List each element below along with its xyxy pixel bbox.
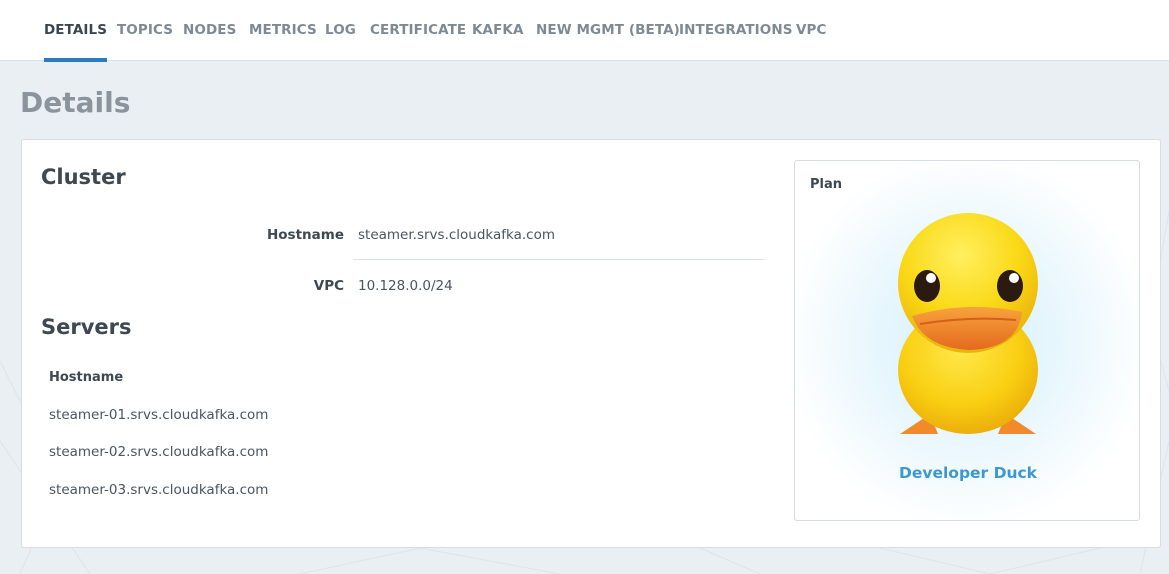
field-divider [353,259,765,260]
tab-vpc[interactable]: VPC [796,0,827,61]
tab-new-mgmt-beta[interactable]: NEW MGMT (BETA) [536,0,680,61]
server-row: steamer-03.srvs.cloudkafka.com [49,482,269,498]
servers-column-header: Hostname [49,370,124,385]
hostname-label: Hostname [266,227,344,243]
tab-integrations[interactable]: INTEGRATIONS [679,0,793,61]
server-row: steamer-02.srvs.cloudkafka.com [49,444,269,460]
server-row: steamer-01.srvs.cloudkafka.com [49,407,269,423]
plan-box: Plan Developer Duck [794,160,1140,521]
tab-details[interactable]: DETAILS [44,0,108,62]
plan-name-link[interactable]: Developer Duck [795,464,1141,482]
vpc-value: 10.128.0.0/24 [358,278,453,294]
tab-certificate[interactable]: CERTIFICATE [370,0,466,61]
vpc-label: VPC [313,278,344,294]
tab-nodes[interactable]: NODES [183,0,236,61]
tab-metrics[interactable]: METRICS [249,0,317,61]
duck-icon [898,213,1038,434]
page-title: Details [20,86,131,119]
tab-kafka[interactable]: KAFKA [472,0,524,61]
hostname-value: steamer.srvs.cloudkafka.com [358,227,556,243]
top-navigation: DETAILS TOPICS NODES METRICS LOG CERTIFI… [0,0,1169,62]
plan-label: Plan [810,177,843,192]
servers-section-title: Servers [41,315,132,339]
tab-log[interactable]: LOG [325,0,356,61]
cluster-section-title: Cluster [41,165,126,189]
details-card: Cluster Hostname steamer.srvs.cloudkafka… [21,139,1161,548]
tab-topics[interactable]: TOPICS [117,0,173,61]
